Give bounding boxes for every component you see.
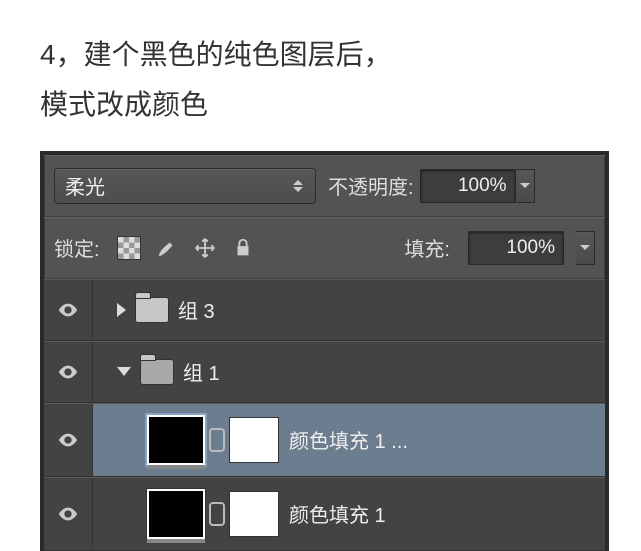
lock-label: 锁定: <box>54 233 100 262</box>
eye-icon <box>57 429 79 451</box>
dropdown-arrows-icon <box>291 180 305 192</box>
layer-row-fill[interactable]: 颜色填充 1 ... <box>44 403 605 477</box>
fill-thumbnail[interactable] <box>147 489 205 539</box>
layer-name: 颜色填充 1 <box>289 499 386 528</box>
layer-thumbnails <box>147 415 279 465</box>
opacity-value-input[interactable]: 100% <box>420 169 516 203</box>
layer-content-selected: 颜色填充 1 ... <box>93 404 605 476</box>
mask-thumbnail[interactable] <box>229 491 279 537</box>
eye-icon <box>57 361 79 383</box>
mask-thumbnail[interactable] <box>229 417 279 463</box>
lock-all-icon[interactable] <box>230 235 256 261</box>
layer-name: 颜色填充 1 ... <box>289 425 408 454</box>
layer-content: 组 3 <box>93 280 605 340</box>
link-icon[interactable] <box>209 502 225 526</box>
blend-mode-value: 柔光 <box>65 171 105 200</box>
visibility-toggle[interactable] <box>44 280 93 340</box>
lock-brush-icon[interactable] <box>154 235 180 261</box>
expand-icon[interactable] <box>117 303 126 317</box>
layer-thumbnails <box>147 489 279 539</box>
blend-mode-select[interactable]: 柔光 <box>54 168 316 204</box>
layer-row-group[interactable]: 组 3 <box>44 279 605 341</box>
layer-name: 组 1 <box>183 357 220 386</box>
lock-transparent-icon[interactable] <box>116 235 142 261</box>
instruction-line-2: 模式改成颜色 <box>40 80 601 130</box>
layer-name: 组 3 <box>178 295 215 324</box>
blend-opacity-row: 柔光 不透明度: 100% <box>44 155 605 217</box>
layer-row-fill[interactable]: 颜色填充 1 <box>44 477 605 551</box>
layer-content: 颜色填充 1 <box>93 478 605 550</box>
fill-dropdown-icon[interactable] <box>576 231 595 265</box>
instruction-line-1: 4，建个黑色的纯色图层后， <box>40 30 601 80</box>
fill-label: 填充: <box>404 233 450 262</box>
opacity-value-text: 100% <box>458 175 507 197</box>
eye-icon <box>57 503 79 525</box>
visibility-toggle[interactable] <box>44 478 93 550</box>
link-icon[interactable] <box>209 428 225 452</box>
fill-value-input[interactable]: 100% <box>468 231 564 265</box>
fill-value-text: 100% <box>506 237 555 259</box>
collapse-icon[interactable] <box>117 367 131 376</box>
layer-row-group[interactable]: 组 1 <box>44 341 605 403</box>
opacity-dropdown-icon[interactable] <box>516 169 535 203</box>
eye-icon <box>57 299 79 321</box>
opacity-label: 不透明度: <box>328 171 414 200</box>
visibility-toggle[interactable] <box>44 342 93 402</box>
folder-icon <box>136 298 168 322</box>
layer-content: 组 1 <box>93 342 605 402</box>
layers-list: 组 3 组 1 颜 <box>44 279 605 551</box>
lock-move-icon[interactable] <box>192 235 218 261</box>
folder-open-icon <box>141 360 173 384</box>
layers-panel: 柔光 不透明度: 100% 锁定: 填充: 100% <box>40 151 609 551</box>
instruction-text: 4，建个黑色的纯色图层后， 模式改成颜色 <box>0 0 641 151</box>
fill-thumbnail[interactable] <box>147 415 205 465</box>
visibility-toggle[interactable] <box>44 404 93 476</box>
lock-fill-row: 锁定: 填充: 100% <box>44 217 605 279</box>
